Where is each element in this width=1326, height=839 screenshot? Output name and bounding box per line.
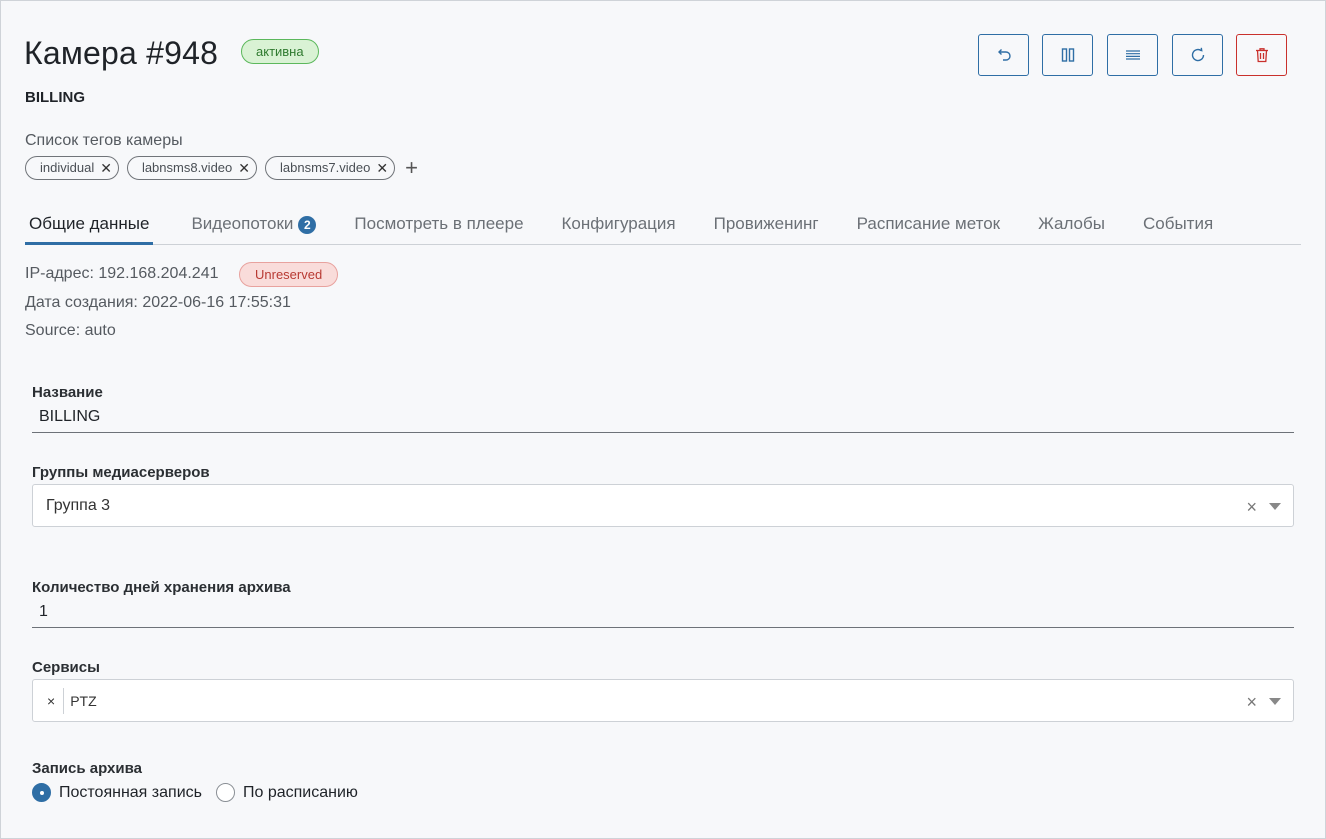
delete-button[interactable] <box>1236 34 1287 76</box>
pause-button[interactable] <box>1042 34 1093 76</box>
tag-chip: labnsms7.video ✕ <box>265 156 396 180</box>
radio-label: По расписанию <box>242 783 358 801</box>
status-badge: активна <box>241 39 319 64</box>
tab-label: Посмотреть в плеере <box>354 214 524 233</box>
close-icon[interactable]: ✕ <box>100 161 112 175</box>
undo-button[interactable] <box>978 34 1029 76</box>
tab-player[interactable]: Посмотреть в плеере <box>354 204 523 244</box>
tag-label: labnsms7.video <box>280 160 371 175</box>
tab-tag-schedule[interactable]: Расписание меток <box>857 204 1001 244</box>
refresh-button[interactable] <box>1172 34 1223 76</box>
refresh-icon <box>1191 47 1204 62</box>
tab-label: Конфигурация <box>561 214 676 233</box>
tab-videostreams[interactable]: Видеопотоки 2 <box>191 204 317 244</box>
clear-icon[interactable]: × <box>1246 497 1257 518</box>
radio-checked-icon <box>32 783 51 802</box>
chevron-down-icon[interactable] <box>1269 698 1281 705</box>
undo-icon <box>997 49 1011 61</box>
radio-unchecked-icon <box>215 783 235 802</box>
tag-chip: labnsms8.video ✕ <box>126 156 257 180</box>
tab-configuration[interactable]: Конфигурация <box>562 204 676 244</box>
archive-recording-options: Постоянная запись По расписанию <box>32 783 358 802</box>
tab-label: Общие данные <box>29 214 150 233</box>
tab-label: Расписание меток <box>856 214 1001 233</box>
services-label: Сервисы <box>32 659 100 676</box>
tab-general[interactable]: Общие данные <box>25 204 154 245</box>
radio-continuous[interactable]: Постоянная запись <box>32 783 202 802</box>
tag-label: individual <box>40 160 95 175</box>
add-tag-icon[interactable]: + <box>405 157 418 179</box>
media-server-groups-label: Группы медиасерверов <box>32 464 210 481</box>
pause-icon <box>1061 48 1074 62</box>
services-select[interactable]: × PTZ × <box>32 679 1294 722</box>
radio-scheduled[interactable]: По расписанию <box>215 783 358 802</box>
page-title: Камера #948 <box>24 35 219 71</box>
service-chip: PTZ <box>70 692 97 709</box>
ip-address: IP-адрес: 192.168.204.241 <box>25 265 219 282</box>
tab-label: Провиженинг <box>713 214 819 233</box>
archive-days-field[interactable]: 1 <box>32 602 1294 628</box>
tab-label: Видеопотоки <box>191 214 294 233</box>
remove-service-icon[interactable]: × <box>33 687 65 714</box>
tab-bar: Общие данные Видеопотоки 2 Посмотреть в п… <box>25 204 1301 245</box>
page-subtitle: BILLING <box>25 89 85 106</box>
trash-icon <box>1255 48 1268 63</box>
archive-days-label: Количество дней хранения архива <box>32 579 291 596</box>
close-icon[interactable]: ✕ <box>238 161 250 175</box>
chevron-down-icon[interactable] <box>1269 503 1281 510</box>
tag-list: individual ✕ labnsms8.video ✕ labnsms7.v… <box>25 156 418 180</box>
tab-complaints[interactable]: Жалобы <box>1038 204 1105 244</box>
select-value: Группа 3 <box>46 496 111 514</box>
source-info: Source: auto <box>25 322 116 339</box>
count-badge: 2 <box>298 216 317 234</box>
list-icon <box>1125 50 1140 60</box>
tag-chip: individual ✕ <box>25 156 119 180</box>
tags-label: Список тегов камеры <box>25 132 183 149</box>
created-date: Дата создания: 2022-06-16 17:55:31 <box>25 294 291 311</box>
tab-events[interactable]: События <box>1143 204 1213 244</box>
tab-label: Жалобы <box>1038 214 1105 233</box>
archive-recording-label: Запись архива <box>32 760 142 777</box>
tab-label: События <box>1142 214 1214 233</box>
ip-status-badge: Unreserved <box>239 262 339 287</box>
list-button[interactable] <box>1107 34 1158 76</box>
close-icon[interactable]: ✕ <box>376 161 388 175</box>
tag-label: labnsms8.video <box>141 160 233 175</box>
name-field[interactable]: BILLING <box>32 407 1294 433</box>
name-label: Название <box>32 384 103 401</box>
clear-icon[interactable]: × <box>1246 692 1257 713</box>
camera-page: Камера #948 активна BILLING Список тегов… <box>0 0 1326 839</box>
media-server-groups-select[interactable]: Группа 3 × <box>32 484 1294 527</box>
radio-label: Постоянная запись <box>59 783 202 801</box>
tab-provisioning[interactable]: Провиженинг <box>714 204 819 244</box>
